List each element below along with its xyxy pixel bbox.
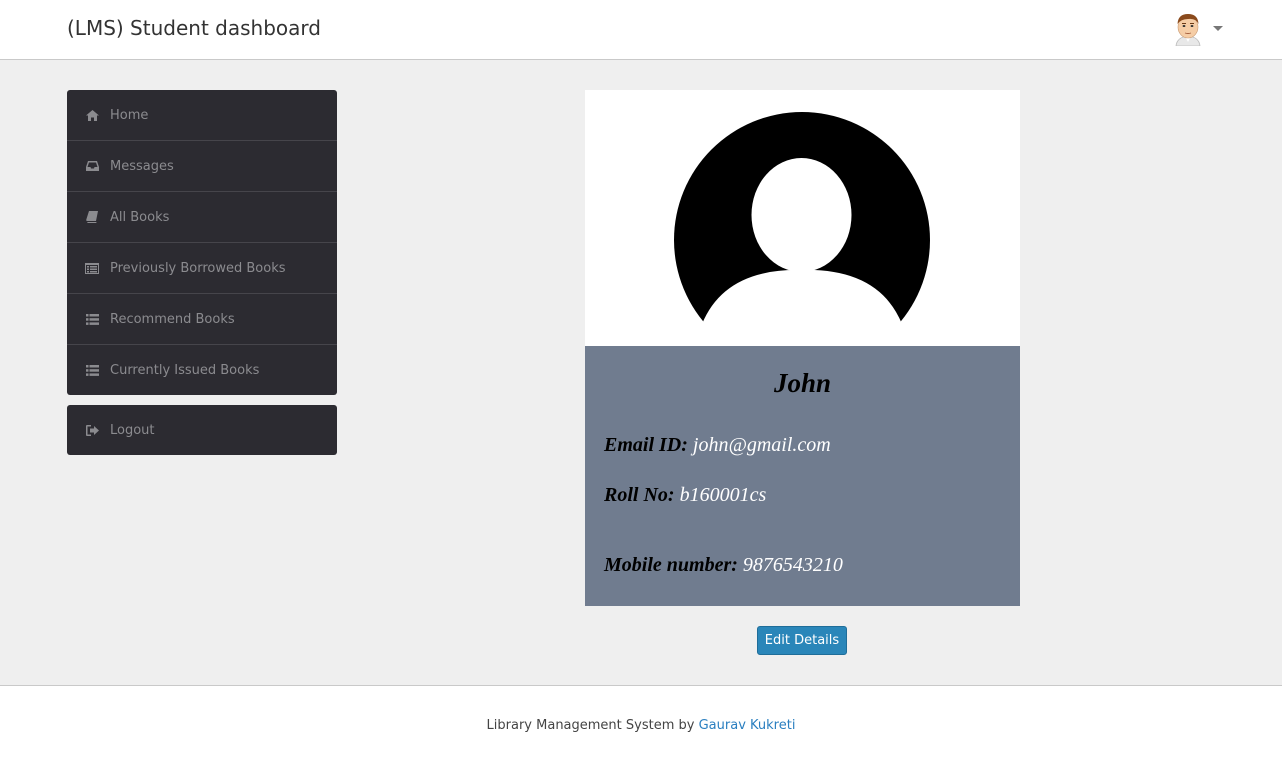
- email-row: Email ID: john@gmail.com: [604, 434, 831, 457]
- page-title: (LMS) Student dashboard: [67, 16, 321, 40]
- sidebar-item-previously-borrowed-books[interactable]: Previously Borrowed Books: [67, 243, 337, 294]
- list-icon: [85, 313, 99, 325]
- roll-label: Roll No:: [604, 484, 675, 506]
- profile-card: John Email ID: john@gmail.com Roll No: b…: [585, 90, 1020, 606]
- user-menu-chevron-down-icon[interactable]: [1213, 26, 1223, 31]
- sidebar-item-label: Messages: [110, 158, 174, 174]
- logout-icon: [85, 424, 99, 436]
- student-name: John: [773, 368, 832, 398]
- top-navbar: (LMS) Student dashboard: [0, 0, 1282, 60]
- sidebar-item-currently-issued-books[interactable]: Currently Issued Books: [67, 345, 337, 395]
- home-icon: [85, 109, 99, 121]
- book-icon: [85, 211, 99, 223]
- main-content: Home Messages All Books Previously Borro…: [0, 60, 1282, 685]
- sidebar-item-label: All Books: [110, 209, 170, 225]
- logout-button[interactable]: Logout: [67, 405, 337, 455]
- sidebar-item-label: Previously Borrowed Books: [110, 260, 286, 276]
- sidebar-item-recommend-books[interactable]: Recommend Books: [67, 294, 337, 345]
- inbox-icon: [85, 160, 99, 172]
- user-avatar-icon[interactable]: [1172, 12, 1204, 47]
- footer: Library Management System by Gaurav Kukr…: [0, 685, 1282, 783]
- list-icon: [85, 364, 99, 376]
- roll-value: b160001cs: [679, 484, 767, 506]
- roll-row: Roll No: b160001cs: [604, 484, 766, 507]
- edit-details-button[interactable]: Edit Details: [757, 626, 847, 655]
- sidebar-item-home[interactable]: Home: [67, 90, 337, 141]
- sidebar-item-messages[interactable]: Messages: [67, 141, 337, 192]
- mobile-label: Mobile number:: [604, 554, 738, 576]
- list-alt-icon: [85, 262, 99, 274]
- sidebar-item-label: Home: [110, 107, 149, 123]
- profile-details: John Email ID: john@gmail.com Roll No: b…: [585, 346, 1020, 606]
- sidebar-item-all-books[interactable]: All Books: [67, 192, 337, 243]
- sidebar-item-label: Currently Issued Books: [110, 362, 260, 378]
- footer-text: Library Management System by: [486, 718, 695, 733]
- profile-photo: [585, 90, 1020, 346]
- logout-label: Logout: [110, 422, 155, 438]
- sidebar-item-label: Recommend Books: [110, 311, 235, 327]
- author-link[interactable]: Gaurav Kukreti: [699, 718, 796, 733]
- default-avatar-icon: [674, 112, 930, 346]
- mobile-row: Mobile number: 9876543210: [604, 554, 843, 577]
- sidebar-nav: Home Messages All Books Previously Borro…: [67, 90, 337, 395]
- email-value: john@gmail.com: [692, 434, 831, 456]
- footer-credit: Library Management System by Gaurav Kukr…: [0, 718, 1282, 733]
- email-label: Email ID:: [604, 434, 688, 456]
- mobile-value: 9876543210: [742, 554, 843, 576]
